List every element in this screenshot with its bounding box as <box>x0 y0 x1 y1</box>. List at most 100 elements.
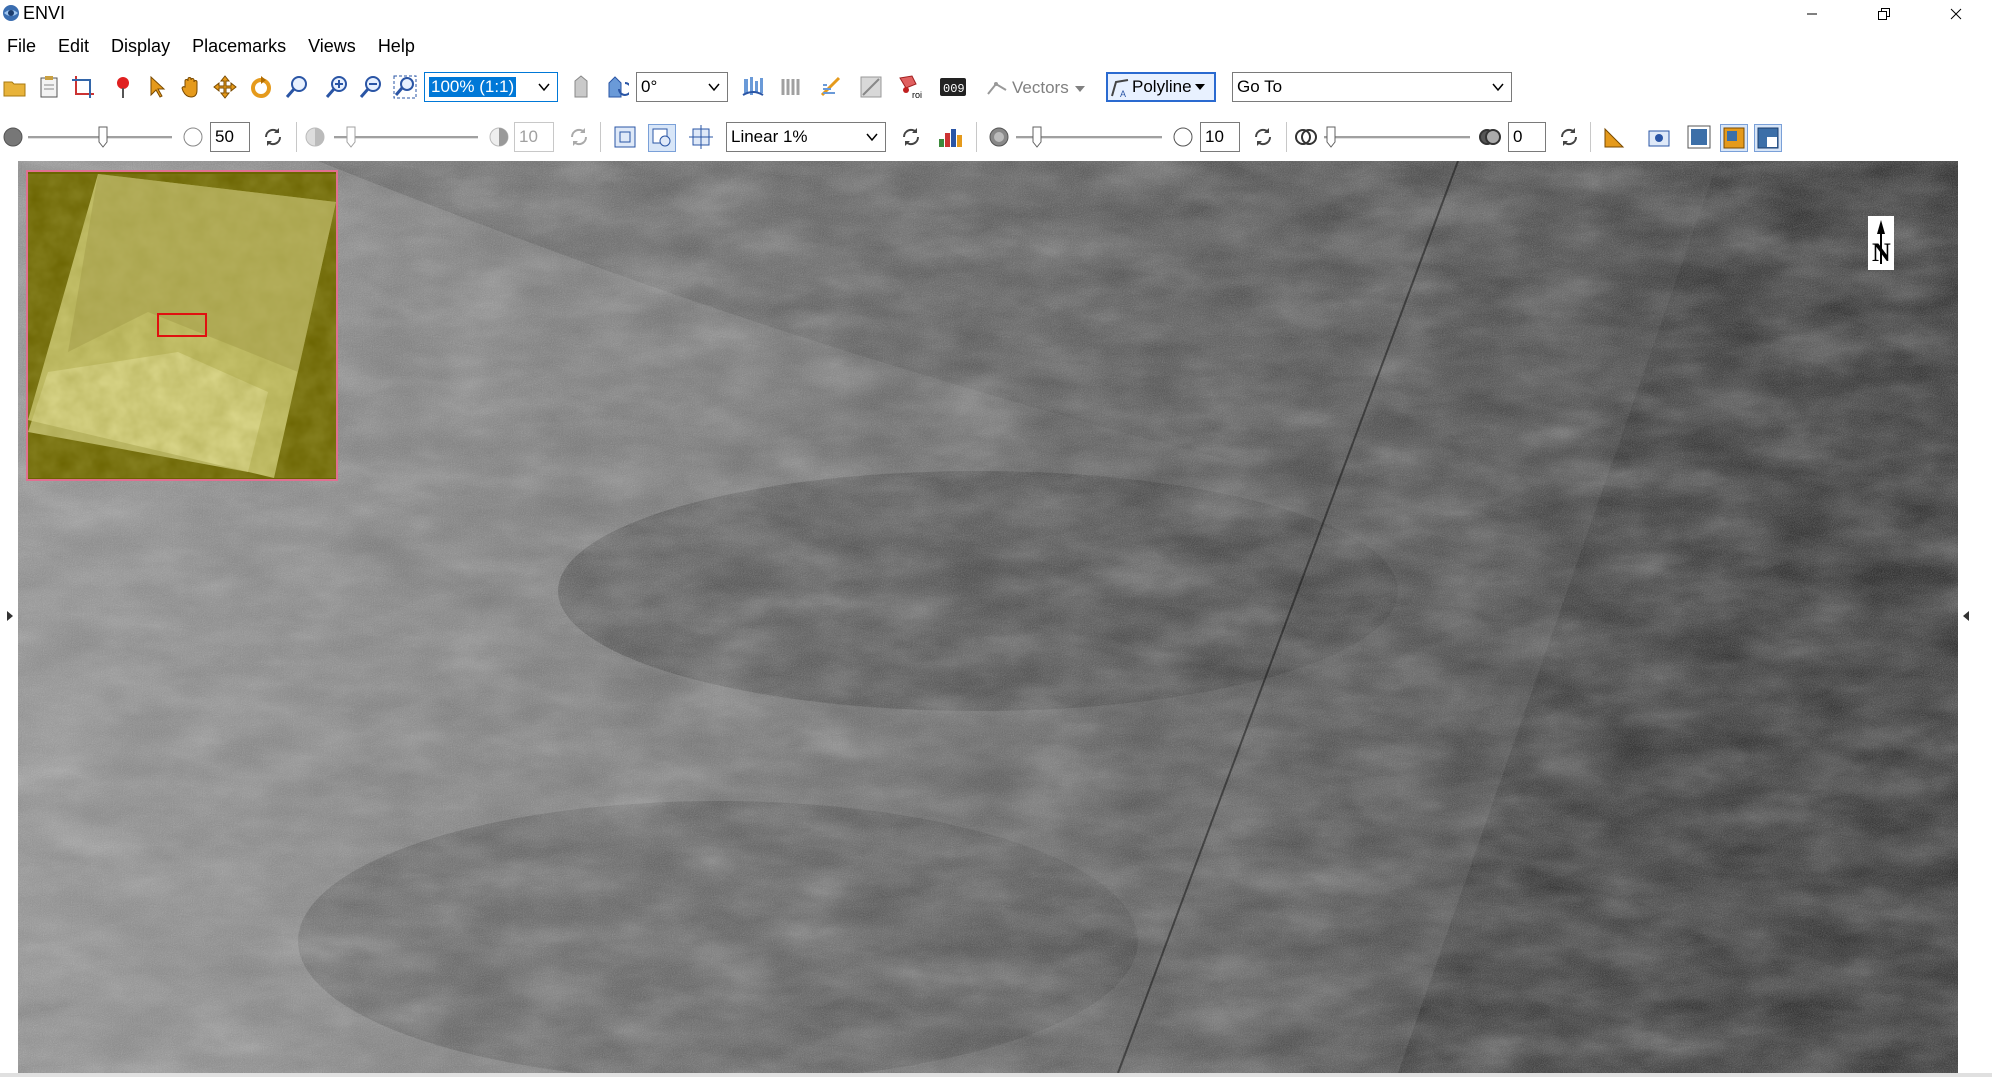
sharpen-value-field[interactable]: 10 <box>1200 122 1240 152</box>
placemark-button[interactable] <box>110 74 136 100</box>
menu-views[interactable]: Views <box>301 36 367 57</box>
data-extent-icon <box>652 128 671 147</box>
chevron-right-icon <box>7 611 13 621</box>
swipe-button[interactable] <box>778 74 804 100</box>
stretch-type-dropdown[interactable]: Linear 1% <box>726 122 886 152</box>
restore-button[interactable] <box>1848 0 1920 28</box>
measurement-button[interactable] <box>1602 124 1628 150</box>
chevron-down-icon <box>866 133 878 142</box>
contrast-slider[interactable] <box>334 124 478 150</box>
menu-file[interactable]: File <box>0 36 47 57</box>
select-button[interactable] <box>144 74 170 100</box>
zoom-full-button[interactable] <box>392 74 418 100</box>
overview-button[interactable] <box>1720 124 1748 152</box>
vector-polyline-icon <box>987 82 1007 95</box>
blend-icon <box>1757 127 1779 149</box>
view-blend-button[interactable] <box>1754 124 1782 152</box>
rotate-view-icon <box>608 76 629 98</box>
rotate-button[interactable] <box>248 74 274 100</box>
slider-thumb[interactable] <box>98 126 108 148</box>
separator <box>296 122 297 152</box>
flicker-button[interactable] <box>818 74 844 100</box>
slider-thumb[interactable] <box>1326 126 1336 148</box>
transparency-value-field[interactable]: 0 <box>1508 122 1546 152</box>
rotate-view-button[interactable] <box>604 74 630 100</box>
menu-display[interactable]: Display <box>104 36 181 57</box>
menu-help[interactable]: Help <box>371 36 426 57</box>
envi-app-icon <box>3 5 19 21</box>
rotate-north-button[interactable] <box>570 74 596 100</box>
sharpen-reset-button[interactable] <box>1250 124 1276 150</box>
zoom-level-dropdown[interactable]: 100% (1:1) <box>424 72 558 102</box>
pan-button[interactable] <box>178 74 204 100</box>
flicker-icon <box>820 76 841 97</box>
left-panel-toggle[interactable] <box>4 578 16 654</box>
cursor-value-button[interactable] <box>740 74 766 100</box>
overview-thumbnail <box>28 172 336 479</box>
brightness-value-field[interactable]: 50 <box>210 122 250 152</box>
full-extent-button[interactable] <box>612 124 638 150</box>
counter-button[interactable]: 009 <box>938 74 968 100</box>
portal-icon <box>860 76 882 98</box>
right-panel-toggle[interactable] <box>1960 578 1972 654</box>
stretch-refresh-button[interactable] <box>898 124 924 150</box>
roi-tool-button[interactable]: roi <box>898 74 924 100</box>
zoom-button[interactable] <box>284 74 310 100</box>
minimize-icon <box>1807 13 1817 15</box>
crop-icon <box>72 76 94 98</box>
zoom-in-button[interactable] <box>324 74 350 100</box>
overview-icon <box>1723 127 1745 149</box>
goto-value: Go To <box>1237 77 1283 96</box>
north-up-icon <box>574 75 588 98</box>
contrast-high-icon <box>489 127 509 147</box>
single-view-button[interactable] <box>1686 124 1712 150</box>
view-extent-button[interactable] <box>648 124 676 152</box>
counter-icon: 009 <box>940 78 966 96</box>
roi-icon: roi <box>899 75 922 100</box>
slider-thumb[interactable] <box>346 126 356 148</box>
menu-edit[interactable]: Edit <box>51 36 100 57</box>
open-button[interactable] <box>2 74 28 100</box>
transparency-slider[interactable] <box>1324 124 1470 150</box>
main-toolbar: 100% (1:1) 0° roi 009 Vectors A Polyline… <box>0 66 1992 108</box>
chip-display-button[interactable] <box>1646 124 1672 150</box>
close-button[interactable] <box>1920 0 1992 28</box>
chevron-left-icon <box>1963 611 1969 621</box>
ruler-triangle-icon <box>1604 127 1625 148</box>
zoom-out-button[interactable] <box>358 74 384 100</box>
layer-manager-button[interactable] <box>70 74 96 100</box>
annotation-mode-button[interactable]: A Polyline <box>1106 72 1216 102</box>
contrast-reset-button[interactable] <box>566 124 592 150</box>
separator <box>600 122 601 152</box>
slider-thumb[interactable] <box>1032 126 1042 148</box>
brightness-slider[interactable] <box>28 124 172 150</box>
svg-text:009: 009 <box>943 82 965 96</box>
minimize-button[interactable] <box>1776 0 1848 28</box>
contrast-value-field[interactable]: 10 <box>514 122 554 152</box>
histogram-button[interactable] <box>938 124 964 150</box>
goto-dropdown[interactable]: Go To <box>1232 72 1512 102</box>
refresh-icon <box>1254 128 1272 146</box>
fly-button[interactable] <box>212 74 238 100</box>
data-manager-button[interactable] <box>36 74 62 100</box>
svg-text:roi: roi <box>912 90 922 100</box>
center-view-button[interactable] <box>688 124 714 150</box>
transparency-reset-button[interactable] <box>1556 124 1582 150</box>
vectors-icon-wrap[interactable] <box>984 74 1010 100</box>
vectors-menu-button[interactable]: Vectors <box>1012 78 1086 98</box>
overview-window[interactable] <box>26 170 338 481</box>
window-title: ENVI <box>23 3 66 23</box>
svg-text:A: A <box>1120 89 1126 98</box>
menu-placemarks[interactable]: Placemarks <box>185 36 297 57</box>
portal-button[interactable] <box>858 74 884 100</box>
sharpen-slider[interactable] <box>1016 124 1162 150</box>
transparency-low-icon <box>1295 129 1317 145</box>
rotation-dropdown[interactable]: 0° <box>636 72 728 102</box>
magnifier-icon <box>285 76 307 98</box>
extent-icon <box>614 126 636 148</box>
annotation-mode-label: Polyline <box>1132 77 1192 96</box>
arrow-pointer-icon <box>150 75 166 98</box>
sharpen-low-icon <box>989 127 1009 147</box>
brightness-reset-button[interactable] <box>260 124 286 150</box>
stretch-type-value: Linear 1% <box>731 127 808 146</box>
